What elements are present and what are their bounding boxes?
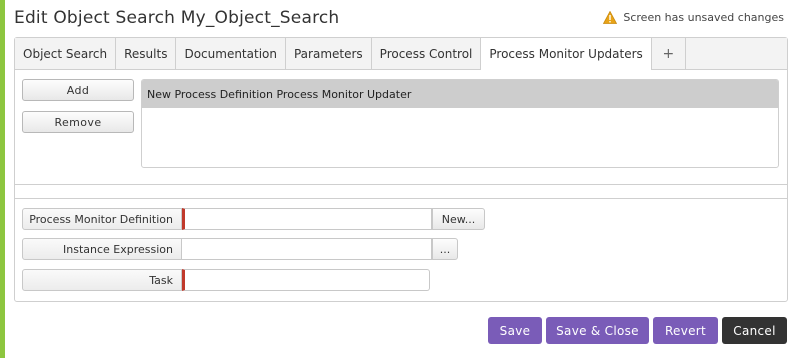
revert-button[interactable]: Revert — [653, 317, 718, 344]
unsaved-changes-indicator: Screen has unsaved changes — [603, 11, 784, 24]
add-tab-button[interactable]: + — [651, 38, 686, 69]
tab-bar-filler — [685, 38, 787, 69]
new-definition-button[interactable]: New... — [432, 208, 485, 230]
task-input[interactable] — [182, 269, 430, 291]
process-monitor-definition-input[interactable] — [182, 208, 432, 230]
cancel-button[interactable]: Cancel — [722, 317, 787, 344]
tab-documentation[interactable]: Documentation — [176, 38, 286, 69]
left-accent-bar — [0, 0, 5, 358]
editor-panel: Object Search Results Documentation Para… — [14, 37, 788, 302]
tab-parameters[interactable]: Parameters — [285, 38, 372, 69]
task-row: Task — [22, 269, 430, 291]
instance-expression-label: Instance Expression — [22, 238, 182, 260]
instance-expression-input[interactable] — [182, 238, 432, 260]
instance-expression-row: Instance Expression ... — [22, 238, 458, 260]
updaters-list[interactable]: New Process Definition Process Monitor U… — [141, 79, 779, 168]
unsaved-changes-text: Screen has unsaved changes — [623, 11, 784, 24]
warning-triangle-icon — [603, 11, 618, 24]
divider — [15, 184, 787, 185]
process-monitor-definition-label: Process Monitor Definition — [22, 208, 182, 230]
process-monitor-definition-row: Process Monitor Definition New... — [22, 208, 485, 230]
tab-results[interactable]: Results — [116, 38, 177, 69]
instance-expression-browse-button[interactable]: ... — [432, 238, 458, 260]
add-button[interactable]: Add — [22, 79, 134, 101]
list-item[interactable]: New Process Definition Process Monitor U… — [142, 80, 778, 108]
tab-bar: Object Search Results Documentation Para… — [15, 38, 787, 70]
divider — [15, 198, 787, 199]
save-and-close-button[interactable]: Save & Close — [546, 317, 649, 344]
tab-process-control[interactable]: Process Control — [371, 38, 482, 69]
save-button[interactable]: Save — [488, 317, 542, 344]
window-title: Edit Object Search My_Object_Search — [14, 8, 340, 28]
remove-button[interactable]: Remove — [22, 111, 134, 133]
tab-object-search[interactable]: Object Search — [15, 38, 117, 69]
task-label: Task — [22, 269, 182, 291]
tab-process-monitor-updaters[interactable]: Process Monitor Updaters — [481, 38, 652, 70]
